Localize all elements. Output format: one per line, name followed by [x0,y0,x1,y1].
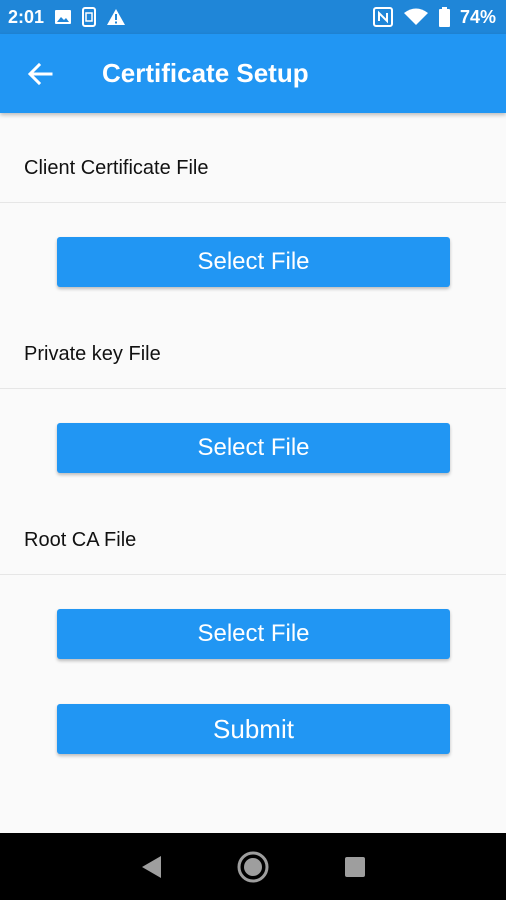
status-time: 2:01 [8,6,45,27]
select-client-certificate-button[interactable]: Select File [57,237,450,287]
submit-button[interactable]: Submit [57,704,450,754]
nfc-icon [372,7,393,27]
back-button[interactable] [0,34,80,113]
wifi-icon [403,8,429,26]
client-certificate-label: Client Certificate File [24,157,209,179]
system-nav-bar [0,833,506,900]
divider [0,388,506,389]
nav-recents-button[interactable] [325,837,385,897]
sim-icon [82,7,97,27]
page-title: Certificate Setup [102,58,309,88]
battery-percent: 74% [459,6,496,27]
private-key-label: Private key File [24,343,161,365]
divider [0,574,506,575]
image-icon [54,9,72,25]
status-bar: 2:01 74% [0,0,506,34]
app-bar: Certificate Setup [0,34,506,113]
back-triangle-icon [140,855,162,879]
divider [0,202,506,203]
certificate-form: Client Certificate File Select File Priv… [0,113,506,833]
arrow-left-icon [27,61,53,87]
home-circle-icon [236,850,270,884]
root-ca-label: Root CA File [24,529,137,551]
warning-icon [106,8,126,26]
battery-icon [438,7,450,27]
select-private-key-button[interactable]: Select File [57,423,450,473]
recents-square-icon [344,856,366,878]
nav-home-button[interactable] [223,837,283,897]
select-root-ca-button[interactable]: Select File [57,609,450,659]
status-bar-right: 74% [372,6,496,28]
status-bar-left: 2:01 [8,7,126,28]
nav-back-button[interactable] [121,837,181,897]
